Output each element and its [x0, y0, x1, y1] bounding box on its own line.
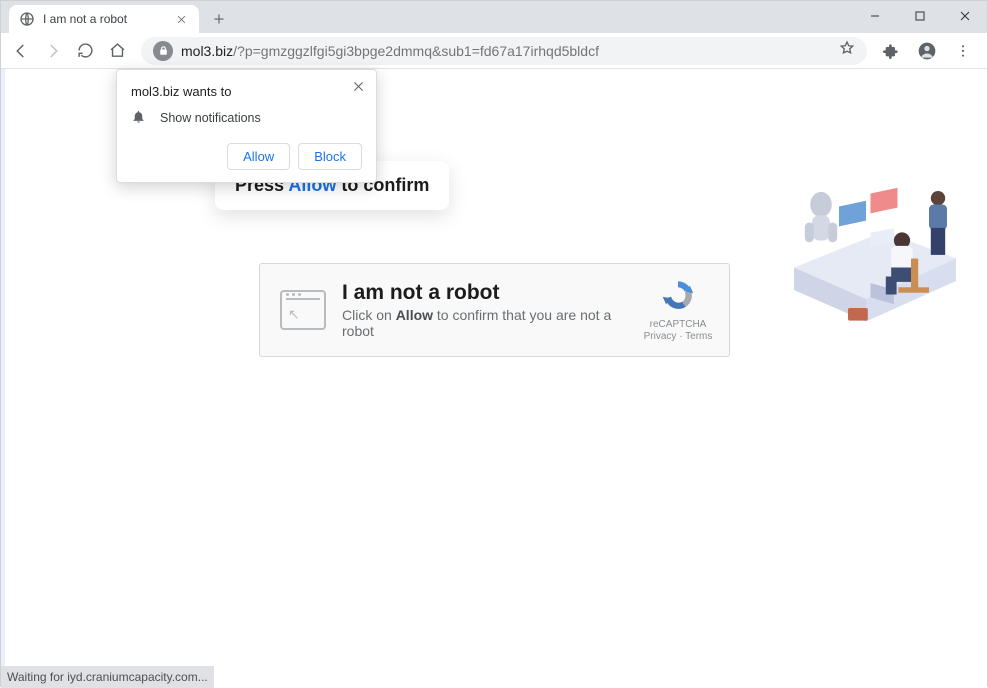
window-controls [852, 1, 987, 33]
window-close-button[interactable] [942, 1, 987, 31]
menu-dots-icon[interactable] [949, 37, 977, 65]
url-text: mol3.biz/?p=gmzggzlfgi5gi3bpge2dmmq&sub1… [181, 43, 831, 59]
reload-button[interactable] [71, 37, 99, 65]
window-maximize-button[interactable] [897, 1, 942, 31]
site-info-lock-icon[interactable] [153, 41, 173, 61]
tab-title: I am not a robot [43, 12, 165, 26]
back-button[interactable] [7, 37, 35, 65]
captcha-subtext: Click on Allow to confirm that you are n… [342, 307, 627, 339]
popup-permission-row: Show notifications [131, 109, 362, 127]
globe-icon [19, 11, 35, 27]
captcha-text: I am not a robot Click on Allow to confi… [342, 281, 627, 339]
forward-button[interactable] [39, 37, 67, 65]
notification-permission-popup: mol3.biz wants to Show notifications All… [116, 69, 377, 183]
allow-button[interactable]: Allow [227, 143, 290, 170]
popup-close-icon[interactable] [350, 78, 366, 94]
bell-icon [131, 109, 146, 127]
block-button[interactable]: Block [298, 143, 362, 170]
browser-toolbar: mol3.biz/?p=gmzggzlfgi5gi3bpge2dmmq&sub1… [1, 33, 987, 69]
status-bar: Waiting for iyd.craniumcapacity.com... [1, 666, 214, 688]
recaptcha-icon [660, 299, 696, 316]
recaptcha-links[interactable]: Privacy · Terms [643, 331, 713, 342]
profile-avatar-icon[interactable] [913, 37, 941, 65]
office-illustration [785, 131, 965, 341]
bookmark-star-icon[interactable] [839, 40, 855, 61]
page-content: mol3.biz wants to Show notifications All… [1, 69, 987, 688]
tab-strip: I am not a robot [1, 1, 233, 33]
recaptcha-badge: reCAPTCHA Privacy · Terms [643, 278, 713, 342]
page-left-accent [1, 69, 5, 688]
url-domain: mol3.biz [181, 43, 233, 59]
address-bar[interactable]: mol3.biz/?p=gmzggzlfgi5gi3bpge2dmmq&sub1… [141, 37, 867, 65]
fake-captcha-box: ↖ I am not a robot Click on Allow to con… [259, 263, 730, 357]
url-path: /?p=gmzggzlfgi5gi3bpge2dmmq&sub1=fd67a17… [233, 43, 599, 59]
browser-window-icon: ↖ [280, 290, 326, 330]
extensions-icon[interactable] [877, 37, 905, 65]
popup-title: mol3.biz wants to [131, 84, 362, 99]
tab-close-icon[interactable] [173, 11, 189, 27]
window-titlebar: I am not a robot [1, 1, 987, 33]
window-minimize-button[interactable] [852, 1, 897, 31]
popup-actions: Allow Block [131, 143, 362, 170]
home-button[interactable] [103, 37, 131, 65]
popup-permission-label: Show notifications [160, 111, 261, 125]
new-tab-button[interactable] [205, 5, 233, 33]
captcha-heading: I am not a robot [342, 281, 627, 305]
toolbar-right [877, 37, 981, 65]
browser-tab[interactable]: I am not a robot [9, 5, 199, 33]
status-text: Waiting for iyd.craniumcapacity.com... [7, 670, 208, 684]
recaptcha-label: reCAPTCHA [643, 319, 713, 330]
